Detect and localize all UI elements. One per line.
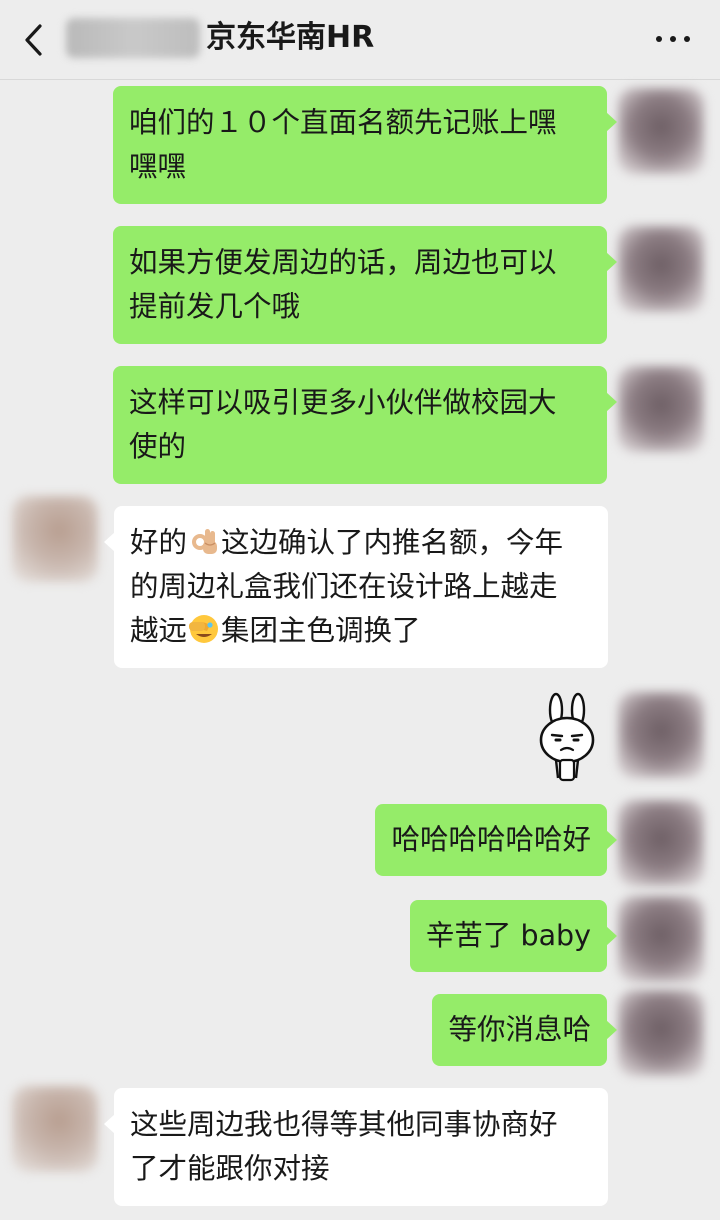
message-text: 嘿嘿 [129, 150, 187, 183]
message-text: 咱们的１０个直面名额先记账上嘿 [129, 106, 557, 139]
more-button[interactable] [656, 36, 690, 44]
facepalm-emoji-icon [189, 615, 219, 643]
blurred-contact-name [66, 18, 200, 58]
chevron-left-icon [25, 24, 42, 56]
message-text: 等你消息哈 [448, 1013, 591, 1046]
avatar[interactable] [618, 366, 704, 452]
message-text: 了才能跟你对接 [130, 1152, 330, 1185]
message-text: 越远 [130, 614, 188, 647]
message-bubble-sent[interactable]: 如果方便发周边的话，周边也可以 提前发几个哦 [113, 226, 617, 344]
message-text: 这边确认了内推名额，今年 [221, 526, 564, 559]
message-bubble-sent[interactable]: 这样可以吸引更多小伙伴做校园大 使的 [113, 366, 617, 484]
avatar[interactable] [618, 896, 704, 982]
chat-header: 京东华南HR [0, 0, 720, 80]
message-text: 好的 [130, 526, 188, 559]
message-text: 使的 [129, 430, 187, 463]
message-bubble-sent[interactable]: 辛苦了 baby [409, 900, 618, 972]
more-dots-icon [656, 36, 662, 42]
message-bubble-received[interactable]: 这些周边我也得等其他同事协商好 了才能跟你对接 [104, 1088, 608, 1206]
avatar[interactable] [12, 1086, 98, 1172]
message-bubble-sent[interactable]: 等你消息哈 [432, 994, 617, 1066]
avatar[interactable] [618, 692, 704, 778]
message-text: 集团主色调换了 [221, 614, 421, 647]
message-bubble-received[interactable]: 好的 这边确认了内推名额，今年 的周边礼盒我们还在设计路上越走 越远 集团主色调… [104, 506, 608, 668]
message-text: 如果方便发周边的话，周边也可以 [129, 246, 557, 279]
avatar[interactable] [618, 88, 704, 174]
message-bubble-sent[interactable]: 咱们的１０个直面名额先记账上嘿 嘿嘿 [113, 86, 617, 204]
avatar[interactable] [618, 800, 704, 886]
message-text: 提前发几个哦 [129, 290, 301, 323]
avatar[interactable] [618, 226, 704, 312]
message-text: 哈哈哈哈哈哈好 [391, 823, 591, 856]
avatar[interactable] [618, 990, 704, 1076]
message-text: 的周边礼盒我们还在设计路上越走 [130, 570, 558, 603]
avatar[interactable] [12, 496, 98, 582]
message-text: 辛苦了 baby [425, 919, 591, 952]
chat-title: 京东华南HR [206, 20, 375, 55]
message-text: 这些周边我也得等其他同事协商好 [130, 1108, 558, 1141]
message-text: 这样可以吸引更多小伙伴做校园大 [129, 386, 557, 419]
back-button[interactable] [14, 20, 54, 60]
rabbit-sticker-icon[interactable] [536, 690, 608, 782]
ok-hand-emoji-icon [192, 529, 218, 554]
message-bubble-sent[interactable]: 哈哈哈哈哈哈好 [375, 804, 617, 876]
